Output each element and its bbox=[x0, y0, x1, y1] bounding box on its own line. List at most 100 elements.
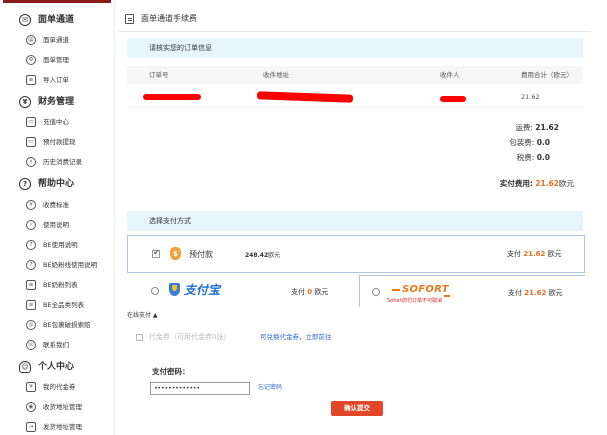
sidebar-item-send-address[interactable]: → 发货地址管理 bbox=[0, 419, 115, 435]
sidebar-top-accent bbox=[3, 0, 111, 3]
yen-icon: ¥ bbox=[19, 96, 31, 108]
column-header: 订单号 bbox=[149, 71, 169, 79]
question-icon: ? bbox=[19, 178, 31, 190]
prepaid-balance: 248.42欧元 bbox=[245, 252, 281, 259]
sidebar-item-be-milk-list[interactable]: ≡ BE奶粉列表 bbox=[0, 277, 115, 293]
sidebar-item-be-claim[interactable]: ◎ BE包裹破损索赔 bbox=[0, 317, 115, 333]
location-icon: ◉ bbox=[26, 402, 36, 412]
sidebar-item-label: 我的代金券 bbox=[43, 383, 76, 391]
info-icon: i bbox=[26, 220, 36, 230]
sidebar: ✉ 面单通道 @ 面单通道 ⚙ 面单管理 ≡ 导入订单 ¥ 财务管理 ▭ 充值中… bbox=[0, 0, 115, 435]
sidebar-section-finance[interactable]: ¥ 财务管理 bbox=[0, 93, 115, 111]
document-icon bbox=[125, 14, 134, 24]
sidebar-item-label: 联系我们 bbox=[43, 341, 69, 349]
question-small-icon: ? bbox=[26, 240, 36, 250]
alipay-pay-amount: 支付 0 欧元 bbox=[291, 288, 329, 296]
sidebar-section-title: 个人中心 bbox=[38, 362, 75, 372]
sidebar-item-import-orders[interactable]: ≡ 导入订单 bbox=[0, 72, 115, 88]
prepaid-pay-amount: 支付 21.62 欧元 bbox=[507, 250, 562, 258]
sofort-payment-option[interactable]: SOFORT Sofort的付订单不可取消 支付 21.62 欧元 bbox=[359, 275, 585, 307]
sidebar-item-usage[interactable]: i 使用说明 bbox=[0, 217, 115, 233]
gear-icon: ⚙ bbox=[26, 55, 36, 65]
sofort-note: Sofort的付订单不可取消 bbox=[387, 298, 443, 304]
sidebar-item-receive-address[interactable]: ◉ 收货地址管理 bbox=[0, 399, 115, 415]
sidebar-item-pricing[interactable]: ¥ 收费标准 bbox=[0, 197, 115, 213]
password-label: 支付密码： bbox=[152, 367, 190, 376]
sidebar-item-label: 面单通道 bbox=[43, 36, 69, 44]
sidebar-item-label: 历史消费记录 bbox=[43, 158, 82, 166]
sofort-logo-stroke bbox=[444, 295, 450, 297]
redacted-order-number bbox=[143, 94, 201, 100]
sidebar-item-label: BE使用说明 bbox=[43, 241, 78, 249]
sidebar-section-help[interactable]: ? 帮助中心 bbox=[0, 175, 115, 193]
online-payment-toggle[interactable]: 在线支付 ▲ bbox=[127, 312, 158, 320]
order-table-header: 订单号 收件地址 收件人 费用合计（欧元） bbox=[127, 66, 583, 84]
voucher-label: 代金券（可用代金券0张） bbox=[149, 333, 231, 341]
prepaid-label: 预付款 bbox=[189, 250, 213, 259]
prepaid-payment-option[interactable]: $ 预付款 248.42欧元 支付 21.62 欧元 bbox=[127, 235, 585, 273]
main-content: 面单通道手续费 请核实您的订单信息 订单号 收件地址 收件人 费用合计（欧元） … bbox=[119, 0, 599, 435]
sidebar-item-waybill-manage[interactable]: ⚙ 面单管理 bbox=[0, 52, 115, 68]
yen-small-icon: ¥ bbox=[26, 200, 36, 210]
sidebar-item-label: BE奶粉列表 bbox=[43, 281, 78, 289]
page-header: 面单通道手续费 bbox=[119, 6, 591, 32]
sidebar-section-title: 面单通道 bbox=[38, 15, 75, 25]
prepaid-checkbox[interactable] bbox=[152, 248, 160, 258]
column-header: 费用合计（欧元） bbox=[521, 71, 573, 79]
sidebar-item-label: 使用说明 bbox=[43, 221, 69, 229]
alipay-payment-option[interactable]: 支付宝 支付 0 欧元 bbox=[127, 275, 359, 307]
sidebar-section-waybill[interactable]: ✉ 面单通道 bbox=[0, 11, 115, 29]
sidebar-item-be-usage[interactable]: ? BE使用说明 bbox=[0, 237, 115, 253]
sidebar-item-vouchers[interactable]: ¥ 我的代金券 bbox=[0, 379, 115, 395]
order-amount: 21.62 bbox=[521, 93, 540, 101]
sofort-radio[interactable] bbox=[372, 288, 380, 296]
sidebar-item-label: BE全品类列表 bbox=[43, 301, 85, 309]
submit-button[interactable]: 确认提交 bbox=[331, 401, 383, 416]
sidebar-item-history[interactable]: ⌕ 历史消费记录 bbox=[0, 154, 115, 170]
redeem-voucher-link[interactable]: 可兑换代金券，立即前往 bbox=[260, 333, 332, 342]
redacted-recipient bbox=[440, 96, 466, 102]
sidebar-item-be-all-list[interactable]: ≡ BE全品类列表 bbox=[0, 297, 115, 313]
document-icon: ≡ bbox=[26, 300, 36, 310]
order-info-title: 请核实您的订单信息 bbox=[149, 44, 212, 52]
voucher-checkbox[interactable] bbox=[136, 334, 143, 341]
phone-icon: ☏ bbox=[26, 340, 36, 350]
sidebar-item-waybill-channel[interactable]: @ 面单通道 bbox=[0, 32, 115, 48]
withdraw-icon: ▭ bbox=[26, 137, 36, 147]
total-fee: 实付费用: 21.62欧元 bbox=[499, 179, 574, 188]
redacted-address bbox=[256, 91, 354, 103]
sidebar-section-personal[interactable]: ☺ 个人中心 bbox=[0, 358, 115, 376]
voucher-icon: ¥ bbox=[26, 382, 36, 392]
alipay-radio[interactable] bbox=[151, 287, 159, 295]
sidebar-section-title: 帮助中心 bbox=[38, 179, 75, 189]
tax-fee: 税费: 0.0 bbox=[516, 153, 550, 162]
password-input[interactable] bbox=[150, 382, 250, 395]
shipping-fee: 运费: 21.62 bbox=[515, 123, 559, 132]
column-header: 收件人 bbox=[440, 71, 460, 79]
sidebar-item-recharge[interactable]: ▭ 充值中心 bbox=[0, 114, 115, 130]
sidebar-item-be-milk-usage[interactable]: ? BE奶粉线使用说明 bbox=[0, 257, 115, 273]
mail-icon: ✉ bbox=[19, 14, 31, 26]
sidebar-item-label: BE包裹破损索赔 bbox=[43, 321, 91, 329]
sofort-logo-stroke bbox=[392, 289, 400, 291]
order-info-header: 请核实您的订单信息 bbox=[127, 38, 583, 58]
money-bag-icon: $ bbox=[170, 247, 181, 260]
packaging-fee: 包装费: 0.0 bbox=[509, 138, 550, 147]
sidebar-item-withdraw[interactable]: ▭ 预付款提现 bbox=[0, 134, 115, 150]
sofort-pay-amount: 支付 21.62 欧元 bbox=[508, 289, 563, 297]
recharge-icon: ▭ bbox=[26, 117, 36, 127]
sidebar-item-label: 收费标准 bbox=[43, 201, 69, 209]
document-icon: ≡ bbox=[26, 280, 36, 290]
forgot-password-link[interactable]: 忘记密码 bbox=[258, 384, 282, 392]
at-icon: @ bbox=[26, 35, 36, 45]
payment-method-header: 选择支付方式 bbox=[127, 211, 583, 231]
alipay-logo: 支付宝 bbox=[184, 283, 221, 297]
question-small-icon: ? bbox=[26, 260, 36, 270]
sidebar-item-label: 预付款提现 bbox=[43, 138, 76, 146]
sidebar-item-label: 收货地址管理 bbox=[43, 403, 82, 411]
column-header: 收件地址 bbox=[263, 71, 289, 79]
payment-method-title: 选择支付方式 bbox=[149, 217, 191, 225]
sidebar-item-contact[interactable]: ☏ 联系我们 bbox=[0, 337, 115, 353]
sofort-logo: SOFORT bbox=[402, 284, 449, 295]
sidebar-item-label: 面单管理 bbox=[43, 56, 69, 64]
